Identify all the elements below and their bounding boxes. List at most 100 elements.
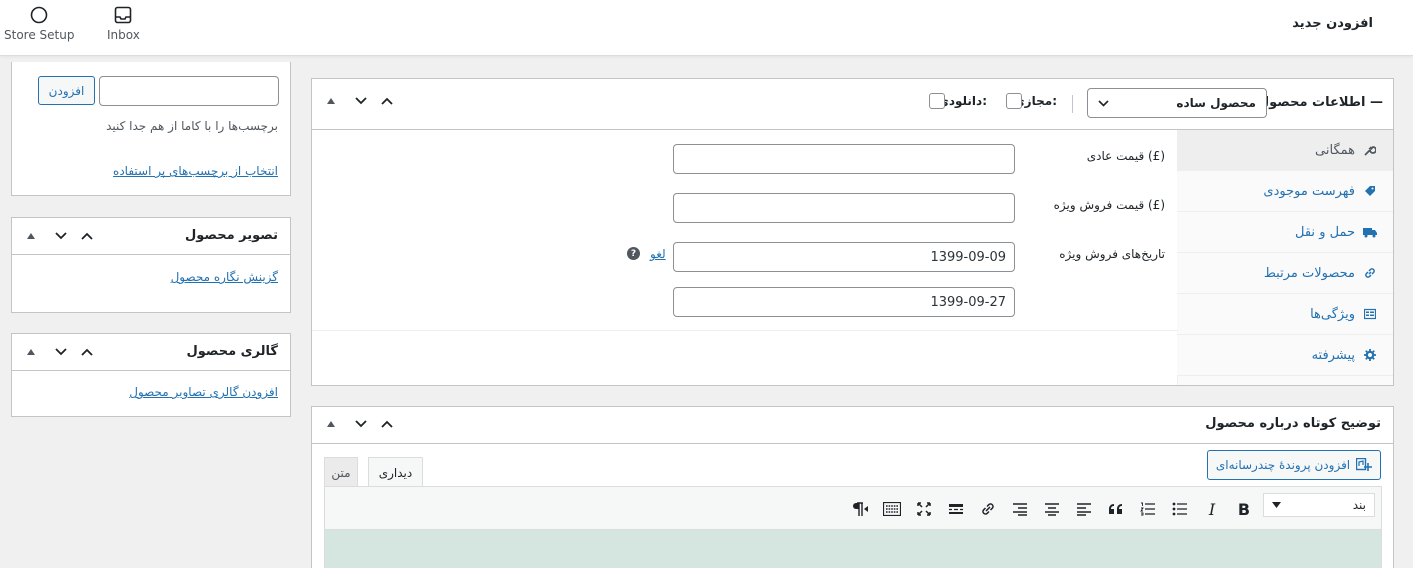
table-icon: [1363, 307, 1377, 321]
move-up-button[interactable]: [376, 413, 398, 435]
chevron-down-icon: [1098, 99, 1109, 107]
toolbar-toggle-button[interactable]: [879, 497, 905, 521]
tab-text[interactable]: متن: [324, 457, 358, 487]
move-down-button[interactable]: [50, 341, 72, 363]
product-type-value: محصول ساده: [1176, 96, 1256, 110]
read-more-button[interactable]: [943, 497, 969, 521]
sale-dates-label: تاریخ‌های فروش ویژه: [1059, 247, 1165, 261]
tab-visual[interactable]: دیداری: [368, 457, 423, 487]
triangle-up-icon: [327, 421, 335, 427]
align-center-icon: [1045, 503, 1059, 516]
move-up-button[interactable]: [76, 225, 98, 247]
align-left-icon: [1077, 503, 1091, 516]
add-media-label: افزودن پروندهٔ چندرسانه‌ای: [1215, 458, 1351, 472]
align-center-button[interactable]: [1039, 497, 1065, 521]
chevron-up-icon: [81, 232, 93, 240]
fullscreen-icon: [917, 502, 931, 516]
bullet-list-button[interactable]: [1167, 497, 1193, 521]
paragraph-direction-button[interactable]: [847, 497, 873, 521]
short-description-header: توضیح کوتاه درباره محصول: [312, 407, 1393, 444]
tags-hint: برچسب‌ها را با کاما از هم جدا کنید: [106, 119, 278, 133]
media-icon: [1356, 458, 1373, 471]
virtual-checkbox[interactable]: [1006, 93, 1022, 109]
page-title: افزودن جدید: [1292, 16, 1373, 31]
numbered-list-button[interactable]: [1135, 497, 1161, 521]
chevron-up-icon: [381, 420, 393, 428]
add-media-button[interactable]: افزودن پروندهٔ چندرسانه‌ای: [1207, 450, 1381, 480]
tab-advanced[interactable]: پیشرفته: [1177, 335, 1393, 376]
chevron-down-icon: [55, 232, 67, 240]
tag-input[interactable]: [99, 76, 279, 106]
tab-attributes[interactable]: ویژگی‌ها: [1177, 294, 1393, 335]
truck-icon: [1363, 225, 1377, 239]
product-gallery-header: گالری محصول: [12, 334, 290, 371]
toggle-panel-button[interactable]: [20, 225, 42, 247]
align-left-button[interactable]: [1071, 497, 1097, 521]
product-type-select[interactable]: محصول ساده: [1087, 88, 1267, 118]
inbox-button[interactable]: Inbox: [107, 6, 140, 42]
bullet-list-icon: [1172, 502, 1187, 516]
editor-content[interactable]: [324, 529, 1382, 568]
chevron-down-icon: [355, 420, 367, 428]
triangle-down-icon: [1272, 502, 1281, 508]
top-bar: Store Setup Inbox افزودن جدید: [0, 0, 1413, 56]
toggle-panel-button[interactable]: [320, 413, 342, 435]
triangle-up-icon: [27, 233, 35, 239]
sale-price-input[interactable]: [673, 193, 1015, 223]
chevron-down-icon: [55, 348, 67, 356]
product-data-box: اطلاعات محصول — محصول ساده مجازی: دانلود…: [311, 78, 1394, 386]
tab-general[interactable]: همگانی: [1177, 130, 1393, 171]
insert-link-button[interactable]: [975, 497, 1001, 521]
short-description-box: توضیح کوتاه درباره محصول افزودن پروندهٔ …: [311, 406, 1394, 568]
move-up-button[interactable]: [376, 90, 398, 112]
italic-button[interactable]: I: [1199, 497, 1225, 521]
paragraph-rtl-icon: [853, 502, 868, 516]
bold-icon: B: [1237, 499, 1251, 519]
move-down-button[interactable]: [350, 90, 372, 112]
fullscreen-button[interactable]: [911, 497, 937, 521]
regular-price-input[interactable]: [673, 144, 1015, 174]
add-tag-button[interactable]: افزودن: [38, 76, 95, 105]
store-setup-button[interactable]: Store Setup: [4, 6, 74, 42]
editor-toolbar: بند B I: [324, 486, 1382, 530]
choose-tags-link[interactable]: انتخاب از برچسب‌های پر استفاده: [113, 164, 278, 178]
tab-inventory[interactable]: فهرست موجودی: [1177, 171, 1393, 212]
move-down-button[interactable]: [50, 225, 72, 247]
move-up-button[interactable]: [76, 341, 98, 363]
sale-date-to-input[interactable]: [673, 287, 1015, 317]
product-image-header: تصویر محصول: [12, 218, 290, 255]
product-data-tabs: همگانی فهرست موجودی حمل و نقل محصولات مر…: [1177, 130, 1393, 385]
tags-box: افزودن برچسب‌ها را با کاما از هم جدا کنی…: [11, 62, 291, 196]
align-right-button[interactable]: [1007, 497, 1033, 521]
format-select[interactable]: بند: [1263, 493, 1375, 517]
tag-icon: [1363, 184, 1377, 198]
gear-icon: [1363, 348, 1377, 362]
tab-linked-products[interactable]: محصولات مرتبط: [1177, 253, 1393, 294]
wrench-icon: [1363, 143, 1377, 157]
tab-label: محصولات مرتبط: [1263, 265, 1355, 281]
tab-label: ویژگی‌ها: [1310, 306, 1355, 322]
link-icon: [982, 503, 994, 515]
circle-icon: [30, 6, 48, 24]
sale-date-from-input[interactable]: [673, 242, 1015, 272]
help-icon[interactable]: ?: [627, 247, 640, 260]
set-product-image-link[interactable]: گزینش نگاره محصول: [171, 270, 278, 284]
toggle-panel-button[interactable]: [320, 90, 342, 112]
inbox-icon: [115, 6, 132, 24]
move-down-button[interactable]: [350, 413, 372, 435]
add-gallery-images-link[interactable]: افزودن گالری تصاویر محصول: [129, 385, 278, 399]
inbox-label: Inbox: [107, 28, 140, 42]
tab-shipping[interactable]: حمل و نقل: [1177, 212, 1393, 253]
downloadable-checkbox[interactable]: [929, 93, 945, 109]
keyboard-icon: [883, 502, 901, 516]
tab-label: فهرست موجودی: [1263, 183, 1355, 199]
bold-button[interactable]: B: [1231, 497, 1257, 521]
read-more-icon: [949, 504, 963, 514]
toggle-panel-button[interactable]: [20, 341, 42, 363]
triangle-up-icon: [327, 98, 335, 104]
chevron-down-icon: [355, 97, 367, 105]
divider: [1072, 95, 1073, 113]
cancel-schedule-link[interactable]: لغو: [650, 247, 666, 261]
tab-label: حمل و نقل: [1295, 224, 1355, 240]
blockquote-button[interactable]: [1103, 497, 1129, 521]
